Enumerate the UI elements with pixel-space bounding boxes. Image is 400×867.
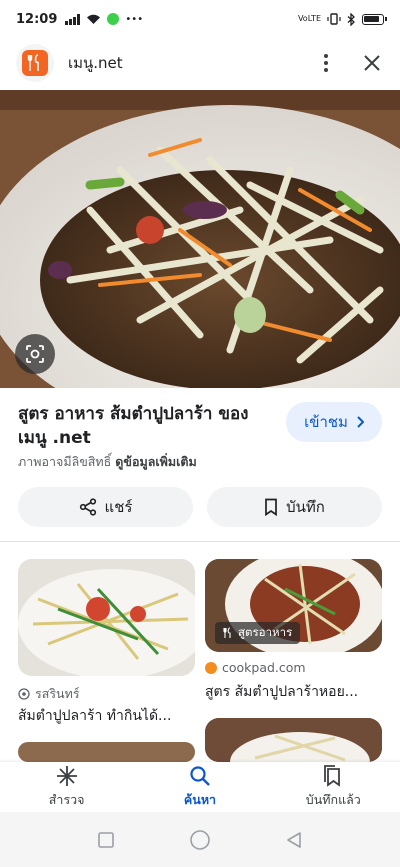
share-icon: [79, 498, 96, 516]
site-name[interactable]: เมนู.net: [68, 51, 123, 75]
fork-knife-icon: [223, 627, 231, 638]
save-button[interactable]: บันทึก: [207, 487, 382, 527]
related-image[interactable]: [205, 718, 382, 762]
search-icon: [189, 765, 211, 787]
visit-button[interactable]: เข้าชม: [286, 402, 382, 442]
lens-search-button[interactable]: [15, 334, 55, 374]
related-image[interactable]: [18, 559, 195, 676]
result-image[interactable]: [0, 90, 400, 388]
cookpad-favicon-icon: [205, 661, 217, 674]
related-source-name: รสรินทร์: [35, 686, 80, 701]
back-icon[interactable]: [285, 831, 303, 849]
nav-explore-label: สำรวจ: [48, 791, 85, 807]
nav-saved[interactable]: บันทึกแล้ว: [267, 762, 400, 812]
divider: [0, 541, 400, 542]
system-navigation: [0, 812, 400, 867]
battery-icon: [362, 13, 387, 25]
related-title[interactable]: สูตร ส้มตำปูปลาร้าหอย...: [205, 681, 382, 703]
more-options-icon[interactable]: [314, 51, 338, 75]
close-icon[interactable]: [360, 51, 384, 75]
recent-apps-icon[interactable]: [97, 831, 115, 849]
visit-label: เข้าชม: [304, 413, 348, 431]
site-logo: [16, 44, 54, 82]
recipe-chip-label: สูตรอาหาร: [238, 625, 293, 639]
nav-saved-label: บันทึกแล้ว: [305, 791, 361, 807]
wifi-icon: [87, 14, 101, 24]
home-icon[interactable]: [189, 829, 211, 851]
copyright-notice: ภาพอาจมีลิขสิทธิ์ ดูข้อมูลเพิ่มเติม: [18, 452, 197, 472]
nav-explore[interactable]: สำรวจ: [0, 762, 133, 812]
bookmarks-icon: [322, 764, 344, 787]
bottom-navigation: สำรวจ ค้นหา บันทึกแล้ว: [0, 762, 400, 812]
related-source-name: cookpad.com: [222, 660, 306, 675]
copyright-text: ภาพอาจมีลิขสิทธิ์: [18, 454, 112, 469]
signal-icon: [65, 13, 81, 25]
asterisk-icon: [56, 765, 78, 787]
status-bar: 12:09 ••• VoLTE: [0, 0, 400, 38]
related-image[interactable]: [18, 742, 195, 762]
save-label: บันทึก: [286, 498, 325, 516]
related-source: รสรินทร์: [18, 684, 80, 704]
volte-icon: VoLTE: [297, 14, 321, 23]
more-notifications-icon: •••: [125, 13, 144, 25]
bluetooth-icon: [347, 12, 355, 26]
result-title[interactable]: สูตร อาหาร ส้มตำปูปลาร้า ของ เมนู .net: [18, 402, 268, 450]
share-button[interactable]: แชร์: [18, 487, 193, 527]
recipe-chip: สูตรอาหาร: [215, 622, 301, 644]
share-label: แชร์: [104, 498, 133, 516]
vibrate-icon: [327, 13, 341, 25]
fork-spoon-icon: [22, 50, 48, 76]
related-source: cookpad.com: [205, 660, 306, 675]
status-time: 12:09: [16, 11, 58, 27]
line-app-icon: [107, 13, 120, 25]
chevron-right-icon: [357, 416, 364, 428]
related-title[interactable]: ส้มตำปูปลาร้า ทำกินได้...: [18, 705, 195, 727]
bookmark-icon: [265, 498, 277, 516]
nav-search[interactable]: ค้นหา: [133, 762, 266, 812]
learn-more-link[interactable]: ดูข้อมูลเพิ่มเติม: [115, 454, 196, 469]
lens-header: เมนู.net: [0, 38, 400, 88]
site-favicon-icon: [18, 688, 30, 700]
nav-search-label: ค้นหา: [183, 791, 217, 807]
